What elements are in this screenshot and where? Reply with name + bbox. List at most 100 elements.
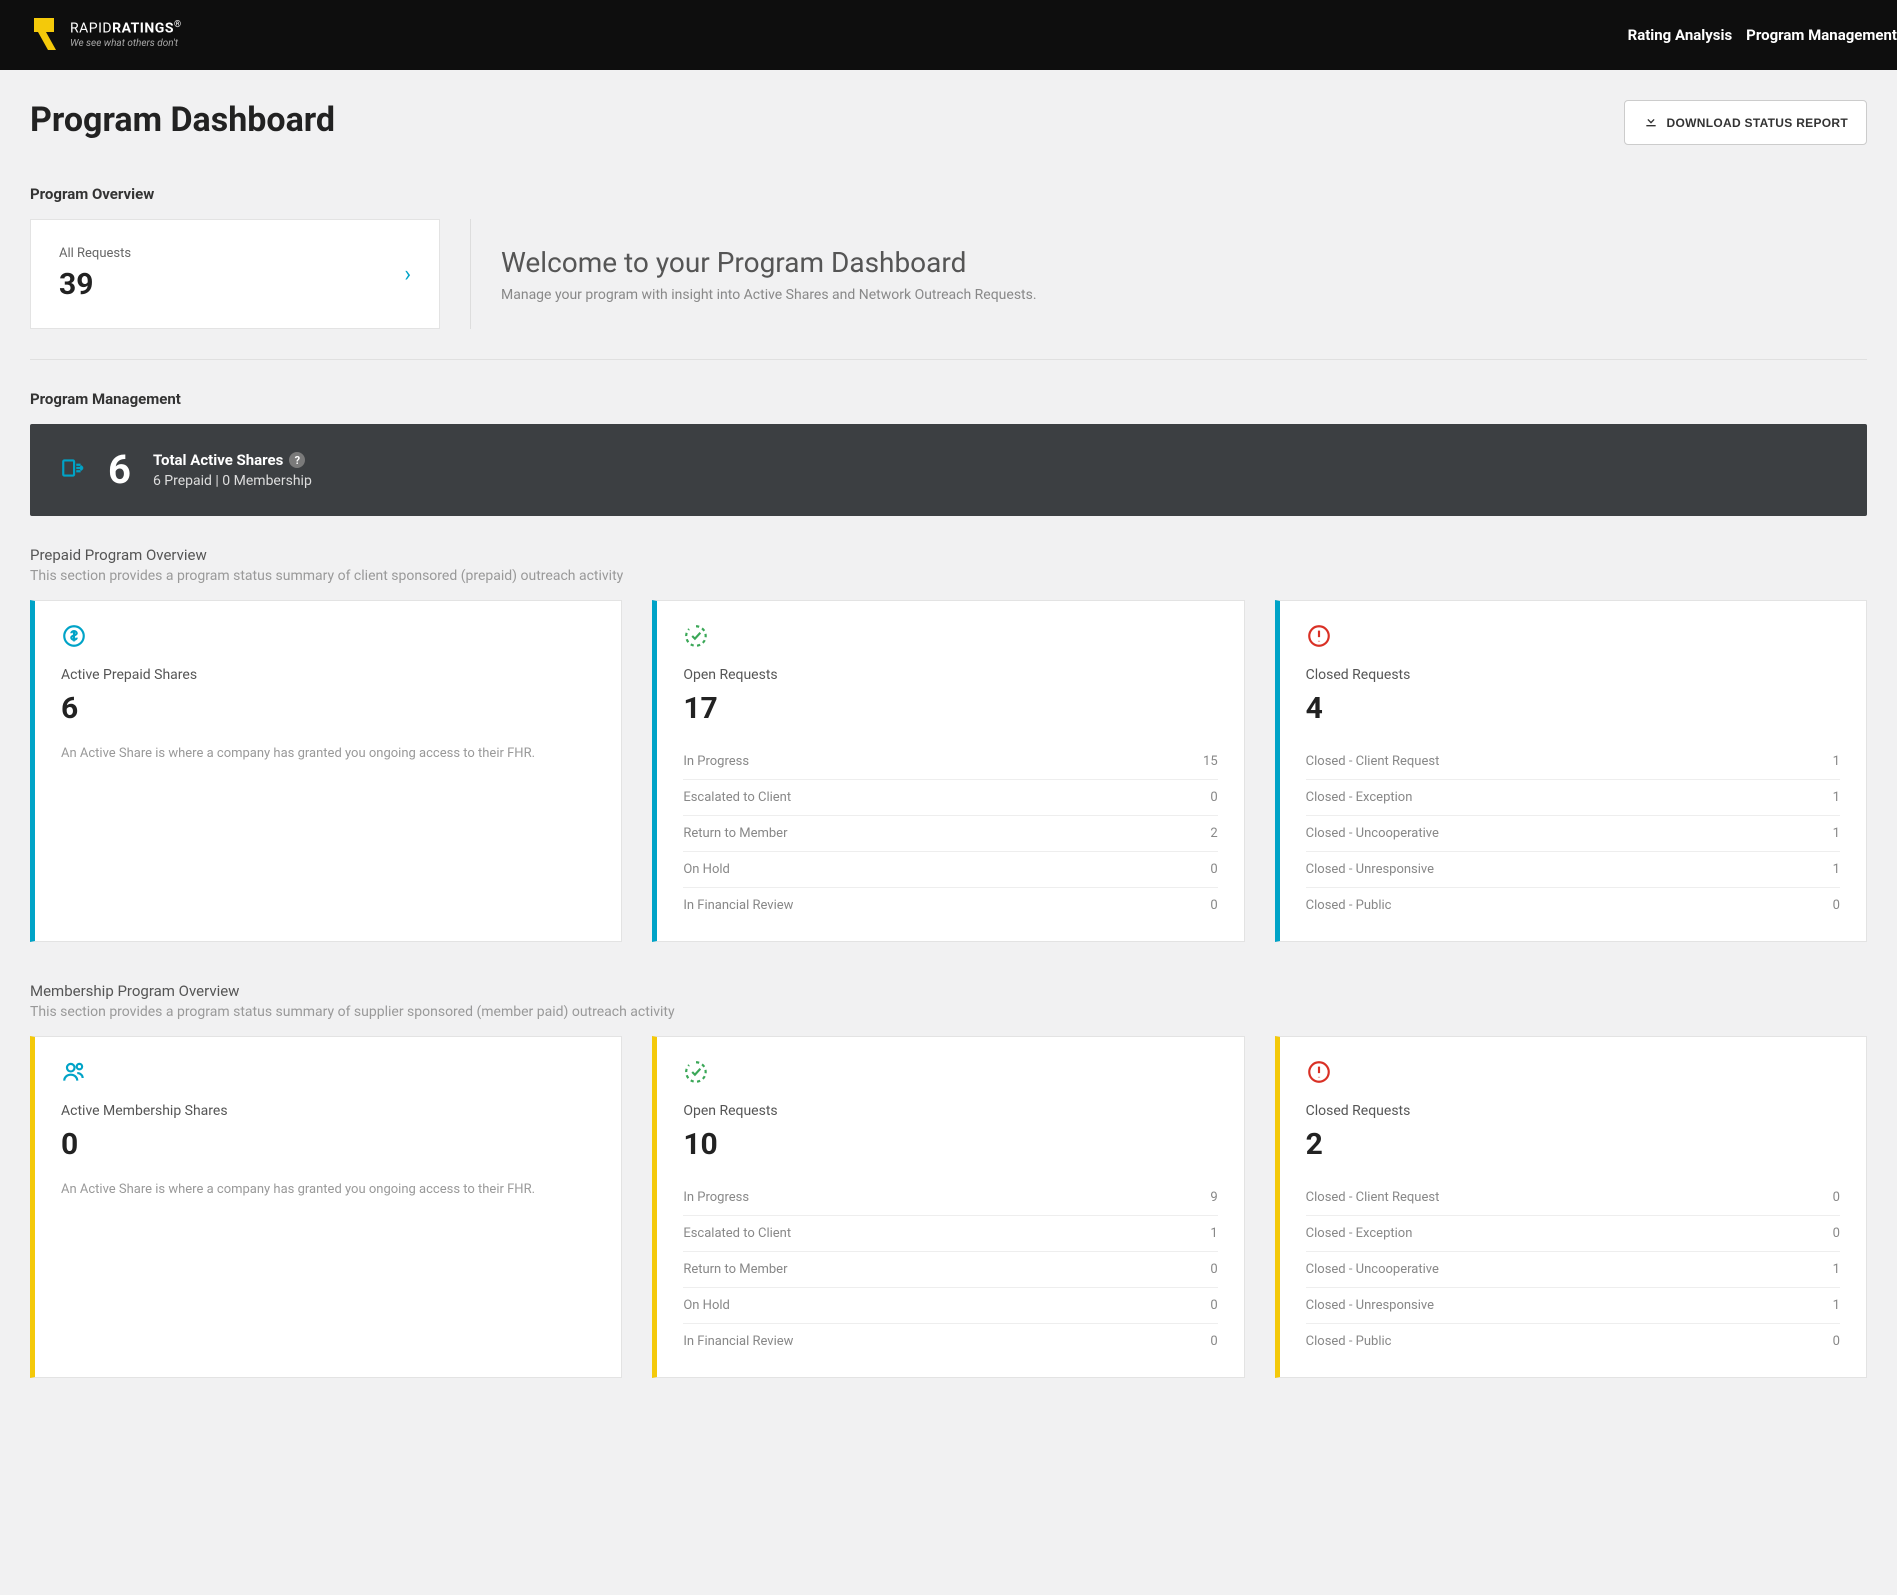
list-item-label: Return to Member — [683, 1262, 787, 1277]
card-label: Closed Requests — [1306, 667, 1840, 683]
membership-open-requests-card: Open Requests 10 In Progress 9 Escalated t… — [652, 1036, 1244, 1378]
page-title: Program Dashboard — [30, 100, 335, 140]
list-item[interactable]: Closed - Unresponsive 1 — [1306, 852, 1840, 888]
active-prepaid-shares-card: Active Prepaid Shares 6 An Active Share … — [30, 600, 622, 942]
list-item[interactable]: Closed - Uncooperative1 — [1306, 1252, 1840, 1288]
alert-circle-icon — [1306, 623, 1840, 653]
card-value: 0 — [61, 1127, 595, 1162]
list-item[interactable]: Closed - Client Request1 — [1306, 744, 1840, 780]
list-item[interactable]: In Progress 9 — [683, 1180, 1217, 1216]
list-item-label: In Financial Review — [683, 898, 793, 913]
program-overview-row: All Requests 39 › Welcome to your Progra… — [30, 219, 1867, 360]
logo-word-1: RAPID — [70, 21, 112, 37]
list-item-count: 0 — [1210, 1298, 1217, 1313]
card-desc: An Active Share is where a company has g… — [61, 1180, 595, 1200]
list-item-count: 1 — [1833, 754, 1840, 769]
prepaid-open-requests-card: Open Requests 17 In Progress15Escalated … — [652, 600, 1244, 942]
card-value: 10 — [683, 1127, 1217, 1162]
list-item-count: 1 — [1833, 790, 1840, 805]
list-item[interactable]: Closed - Unresponsive 1 — [1306, 1288, 1840, 1324]
welcome-block: Welcome to your Program Dashboard Manage… — [501, 219, 1037, 329]
list-item[interactable]: In Progress 15 — [683, 744, 1217, 780]
list-item[interactable]: Closed - Exception 1 — [1306, 780, 1840, 816]
prepaid-section-title: Prepaid Program Overview — [30, 546, 1867, 564]
card-label: Open Requests — [683, 667, 1217, 683]
list-item-count: 1 — [1833, 862, 1840, 877]
total-active-shares-bar: 6 Total Active Shares ? 6 Prepaid | 0 Me… — [30, 424, 1867, 516]
list-item-label: Closed - Unresponsive — [1306, 862, 1434, 877]
list-item[interactable]: Escalated to Client1 — [683, 1216, 1217, 1252]
list-item[interactable]: On Hold 0 — [683, 1288, 1217, 1324]
list-item-label: Closed - Uncooperative — [1306, 826, 1439, 841]
list-item[interactable]: Return to Member 0 — [683, 1252, 1217, 1288]
prepaid-closed-list: Closed - Client Request1Closed - Excepti… — [1306, 744, 1840, 923]
list-item-count: 15 — [1203, 754, 1218, 769]
list-item-count: 9 — [1210, 1190, 1217, 1205]
all-requests-label: All Requests — [59, 246, 131, 261]
list-item[interactable]: On Hold0 — [683, 852, 1217, 888]
total-active-shares-value: 6 — [108, 450, 131, 490]
download-icon — [1643, 113, 1659, 132]
membership-section-title: Membership Program Overview — [30, 982, 1867, 1000]
list-item-count: 0 — [1833, 1226, 1840, 1241]
list-item-count: 1 — [1833, 1298, 1840, 1313]
welcome-title: Welcome to your Program Dashboard — [501, 246, 1037, 279]
prepaid-section-desc: This section provides a program status s… — [30, 568, 1867, 584]
list-item[interactable]: Return to Member 2 — [683, 816, 1217, 852]
membership-section-desc: This section provides a program status s… — [30, 1004, 1867, 1020]
list-item-label: In Progress — [683, 754, 749, 769]
list-item-count: 0 — [1210, 1262, 1217, 1277]
card-label: Open Requests — [683, 1103, 1217, 1119]
prepaid-cards-row: Active Prepaid Shares 6 An Active Share … — [30, 600, 1867, 942]
list-item-label: Closed - Unresponsive — [1306, 1298, 1434, 1313]
prepaid-closed-requests-card: Closed Requests 4 Closed - Client Reques… — [1275, 600, 1867, 942]
list-item-count: 1 — [1833, 1262, 1840, 1277]
list-item-label: Escalated to Client — [683, 790, 791, 805]
download-status-report-button[interactable]: DOWNLOAD STATUS REPORT — [1624, 100, 1867, 145]
list-item-count: 2 — [1210, 826, 1217, 841]
share-icon — [60, 455, 86, 485]
nav-program-management[interactable]: Program Management — [1746, 2, 1897, 68]
alert-circle-icon — [1306, 1059, 1840, 1089]
list-item[interactable]: In Financial Review 0 — [683, 1324, 1217, 1359]
list-item-label: Closed - Public — [1306, 1334, 1392, 1349]
chevron-right-icon: › — [404, 262, 411, 287]
list-item-label: Closed - Client Request — [1306, 1190, 1440, 1205]
active-membership-shares-card: Active Membership Shares 0 An Active Sha… — [30, 1036, 622, 1378]
card-value: 2 — [1306, 1127, 1840, 1162]
list-item[interactable]: Closed - Uncooperative 1 — [1306, 816, 1840, 852]
card-label: Active Membership Shares — [61, 1103, 595, 1119]
all-requests-card[interactable]: All Requests 39 › — [30, 219, 440, 329]
list-item-label: On Hold — [683, 1298, 730, 1313]
list-item-label: Return to Member — [683, 826, 787, 841]
download-button-label: DOWNLOAD STATUS REPORT — [1667, 116, 1848, 130]
total-active-shares-label: Total Active Shares — [153, 451, 283, 469]
list-item-count: 0 — [1833, 1334, 1840, 1349]
progress-check-icon — [683, 1059, 1217, 1089]
card-label: Closed Requests — [1306, 1103, 1840, 1119]
logo-registered-mark: ® — [174, 20, 182, 30]
list-item-label: In Progress — [683, 1190, 749, 1205]
list-item[interactable]: Closed - Public 0 — [1306, 1324, 1840, 1359]
logo[interactable]: RAPIDRATINGS® We see what others don't — [30, 16, 182, 54]
welcome-subtitle: Manage your program with insight into Ac… — [501, 287, 1037, 303]
all-requests-value: 39 — [59, 267, 131, 302]
progress-check-icon — [683, 623, 1217, 653]
list-item-label: Closed - Exception — [1306, 790, 1413, 805]
list-item[interactable]: Escalated to Client0 — [683, 780, 1217, 816]
list-item[interactable]: In Financial Review 0 — [683, 888, 1217, 923]
nav-rating-analysis[interactable]: Rating Analysis — [1628, 2, 1733, 68]
page-title-row: Program Dashboard DOWNLOAD STATUS REPORT — [30, 100, 1867, 145]
help-icon[interactable]: ? — [289, 452, 305, 468]
list-item-label: In Financial Review — [683, 1334, 793, 1349]
prepaid-open-list: In Progress15Escalated to Client0Return … — [683, 744, 1217, 923]
vertical-divider — [470, 219, 471, 329]
list-item-count: 1 — [1833, 826, 1840, 841]
list-item-count: 0 — [1210, 1334, 1217, 1349]
list-item[interactable]: Closed - Exception0 — [1306, 1216, 1840, 1252]
list-item-count: 0 — [1210, 898, 1217, 913]
list-item[interactable]: Closed - Public0 — [1306, 888, 1840, 923]
logo-tagline: We see what others don't — [70, 38, 182, 49]
list-item[interactable]: Closed - Client Request0 — [1306, 1180, 1840, 1216]
card-label: Active Prepaid Shares — [61, 667, 595, 683]
